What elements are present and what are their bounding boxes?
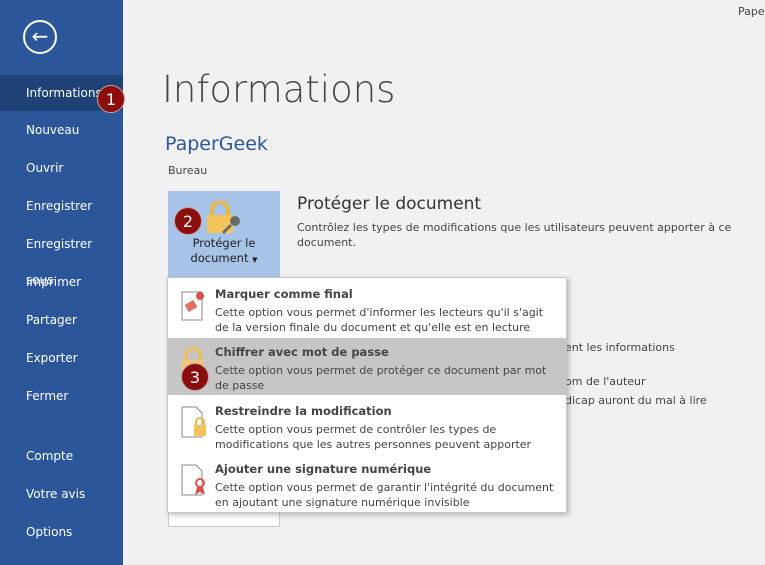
sidebar-item-options[interactable]: Options: [0, 514, 123, 550]
button-label-line2: document: [190, 251, 249, 265]
desc-line: en ajoutant une signature numérique invi…: [215, 496, 470, 509]
button-label-2: document ▼: [168, 251, 280, 265]
page-title: Informations: [162, 68, 396, 111]
section-desc: document.: [297, 236, 356, 249]
menu-item-desc: Cette option vous permet de protéger ce …: [215, 363, 555, 393]
menu-item-encrypt-password[interactable]: Chiffrer avec mot de passe Cette option …: [168, 338, 566, 395]
sidebar-item-enregistrer-sous[interactable]: Enregistrer sous: [0, 226, 123, 287]
desc-line: Cette option vous permet d'informer les …: [215, 306, 544, 319]
step-badge-2: 2: [174, 207, 202, 235]
menu-item-title: Marquer comme final: [215, 287, 353, 301]
step-badge-3: 3: [181, 363, 209, 391]
menu-item-digital-signature[interactable]: Ajouter une signature numérique Cette op…: [168, 455, 566, 512]
menu-item-desc: Cette option vous permet de garantir l'i…: [215, 480, 555, 510]
document-location: Bureau: [168, 164, 208, 177]
menu-item-title: Restreindre la modification: [215, 404, 392, 418]
desc-line: Cette option vous permet de garantir l'i…: [215, 481, 554, 494]
sidebar-item-exporter[interactable]: Exporter: [0, 340, 123, 376]
sidebar-item-enregistrer[interactable]: Enregistrer: [0, 188, 123, 224]
background-text: dicap auront du mal à lire: [565, 394, 707, 407]
menu-item-mark-final[interactable]: Marquer comme final Cette option vous pe…: [168, 280, 566, 349]
sidebar-item-partager[interactable]: Partager: [0, 302, 123, 338]
document-name: PaperGeek: [165, 133, 268, 155]
desc-line: Cette option vous permet de contrôler le…: [215, 423, 497, 436]
lock-key-icon: [207, 201, 240, 235]
sidebar-item-imprimer[interactable]: Imprimer: [0, 264, 123, 300]
section-desc: Contrôlez les types de modifications que…: [297, 221, 732, 234]
protect-dropdown-menu: Marquer comme final Cette option vous pe…: [167, 277, 567, 513]
document-lock-icon: [181, 406, 206, 438]
desc-line: modifications que les autres personnes p…: [215, 438, 532, 451]
background-text: ent les informations: [565, 341, 675, 354]
document-ribbon-icon: [181, 464, 205, 496]
sidebar-item-nouveau[interactable]: Nouveau: [0, 112, 123, 148]
step-badge-1: 1: [97, 85, 125, 113]
sidebar-item-votre-avis[interactable]: Votre avis: [0, 476, 123, 512]
back-arrow-icon[interactable]: ←: [23, 20, 57, 54]
menu-item-title: Ajouter une signature numérique: [215, 462, 432, 476]
desc-line: Cette option vous permet de protéger ce …: [215, 364, 547, 377]
button-label: Protéger le: [192, 236, 256, 250]
desc-line: de passe: [215, 379, 265, 392]
window-title: Pape: [738, 5, 765, 18]
background-text: om de l'auteur: [565, 375, 646, 388]
sidebar-item-ouvrir[interactable]: Ouvrir: [0, 150, 123, 186]
menu-item-title: Chiffrer avec mot de passe: [215, 345, 389, 359]
sidebar-item-compte[interactable]: Compte: [0, 438, 123, 474]
menu-item-restrict-editing[interactable]: Restreindre la modification Cette option…: [168, 397, 566, 454]
chevron-down-icon: ▼: [252, 256, 258, 264]
menu-item-desc: Cette option vous permet de contrôler le…: [215, 422, 555, 452]
sidebar-item-fermer[interactable]: Fermer: [0, 378, 123, 414]
stamp-icon: [181, 291, 204, 321]
section-heading: Protéger le document: [297, 194, 482, 214]
sidebar: ← Informations Nouveau Ouvrir Enregistre…: [0, 0, 123, 565]
